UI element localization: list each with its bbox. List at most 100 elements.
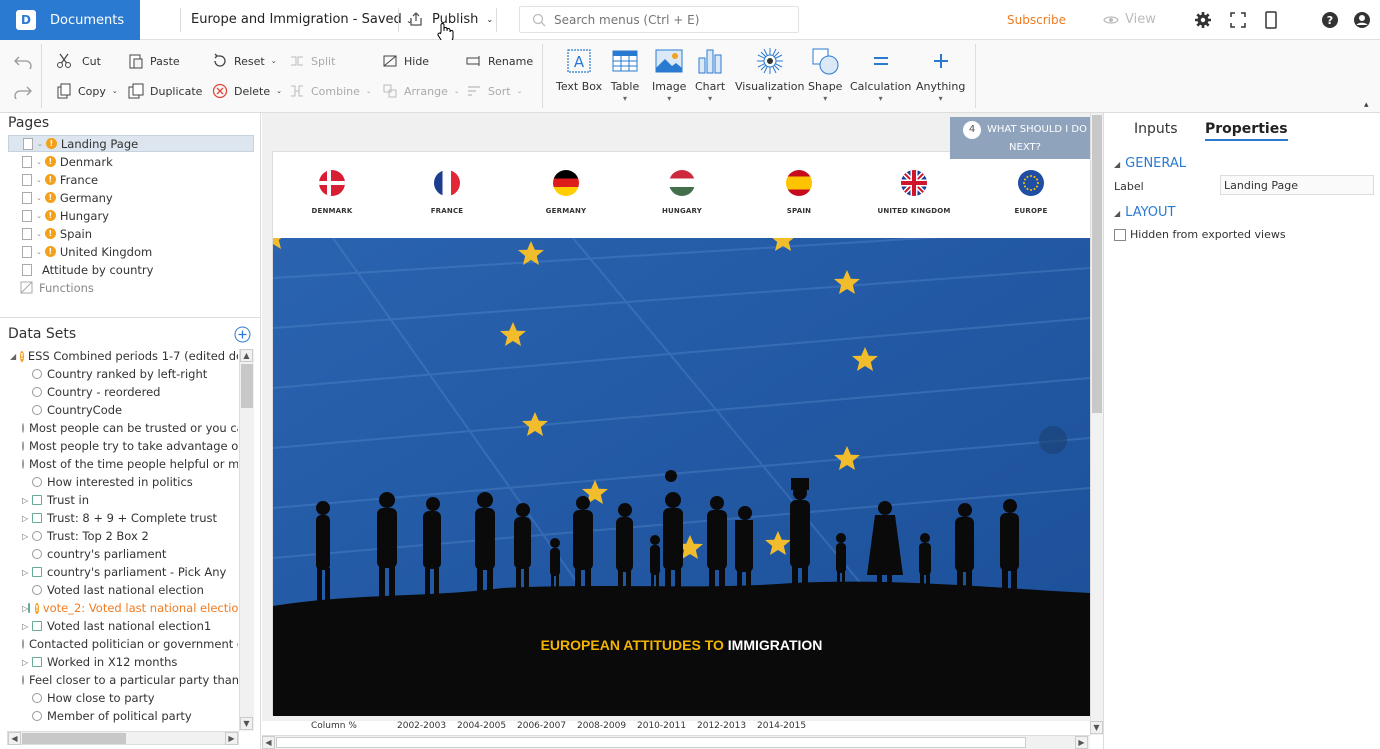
scroll-down-icon[interactable]: ▼ <box>1090 721 1103 734</box>
scroll-right-icon[interactable]: ▶ <box>225 732 238 745</box>
user-account-icon[interactable] <box>1353 11 1371 29</box>
data-set-variable[interactable]: ▷! vote_2: Voted last national election <box>22 599 238 617</box>
scrollbar-thumb[interactable] <box>241 364 253 408</box>
page-canvas[interactable]: DENMARK FRANCE GERMANY HUNGARY SPAIN UNI… <box>262 113 1090 722</box>
expand-icon[interactable]: ▷ <box>22 568 32 577</box>
expand-icon[interactable]: ▷ <box>22 514 32 523</box>
split-button[interactable]: Split <box>289 53 335 69</box>
scroll-left-icon[interactable]: ◀ <box>262 736 275 749</box>
insert-table-button[interactable]: Table ▾ <box>610 46 640 103</box>
rename-button[interactable]: Rename <box>466 53 533 69</box>
hide-button[interactable]: Hide <box>382 53 429 69</box>
layout-section-toggle[interactable]: ◢ LAYOUT <box>1114 205 1176 220</box>
data-set-variable[interactable]: Voted last national election <box>22 581 238 599</box>
general-section-toggle[interactable]: ◢ GENERAL <box>1114 156 1186 171</box>
duplicate-button[interactable]: Duplicate <box>128 83 202 99</box>
data-set-variable[interactable]: ▷ country's parliament - Pick Any <box>22 563 238 581</box>
scrollbar-thumb[interactable] <box>22 733 126 744</box>
collapse-ribbon-icon[interactable]: ▴ <box>1364 100 1369 110</box>
page-item-france[interactable]: ⌄! France <box>8 171 254 188</box>
data-set-variable[interactable]: CountryCode <box>22 401 238 419</box>
data-set-variable[interactable]: How interested in politics <box>22 473 238 491</box>
flag-france[interactable]: FRANCE <box>387 170 507 215</box>
page-item-germany[interactable]: ⌄! Germany <box>8 189 254 206</box>
data-set-variable[interactable]: Contacted politician or government o <box>22 635 238 653</box>
expand-icon[interactable]: ▷ <box>22 622 32 631</box>
data-set-variable[interactable]: ▷ Voted last national election1 <box>22 617 238 635</box>
documents-button[interactable]: D Documents <box>0 0 140 40</box>
undo-icon[interactable] <box>14 55 32 69</box>
scroll-left-icon[interactable]: ◀ <box>8 732 21 745</box>
search-menus[interactable] <box>519 6 799 33</box>
insert-calculation-button[interactable]: Calculation ▾ <box>850 46 911 103</box>
label-input[interactable] <box>1220 175 1374 195</box>
page-item-hungary[interactable]: ⌄! Hungary <box>8 207 254 224</box>
tab-inputs[interactable]: Inputs <box>1134 121 1178 137</box>
hidden-from-exported-views[interactable]: Hidden from exported views <box>1114 228 1286 241</box>
cut-button[interactable]: Cut <box>56 53 101 69</box>
flag-denmark[interactable]: DENMARK <box>272 170 392 215</box>
data-set-variable[interactable]: Country - reordered <box>22 383 238 401</box>
expand-icon[interactable]: ▷ <box>22 532 32 541</box>
data-set-variable[interactable]: Country ranked by left-right <box>22 365 238 383</box>
copy-button[interactable]: Copy ⌄ <box>56 83 118 99</box>
data-set-variable[interactable]: ▷ Trust: 8 + 9 + Complete trust <box>22 509 238 527</box>
data-sets-scrollbar[interactable]: ▲ ▼ <box>239 349 254 731</box>
flag-spain[interactable]: SPAIN <box>739 170 859 215</box>
data-set-variable[interactable]: Most of the time people helpful or mo <box>22 455 238 473</box>
scrollbar-thumb[interactable] <box>276 737 1026 748</box>
combine-button[interactable]: Combine ⌄ <box>289 83 372 99</box>
expand-icon[interactable]: ▷ <box>22 658 32 667</box>
subscribe-link[interactable]: Subscribe <box>1007 13 1066 27</box>
insert-text-box-button[interactable]: A Text Box <box>556 46 602 93</box>
canvas-hscrollbar[interactable]: ◀ ▶ <box>262 735 1090 749</box>
data-set-variable[interactable]: Most people try to take advantage of <box>22 437 238 455</box>
delete-button[interactable]: Delete ⌄ <box>212 83 282 99</box>
flag-europe[interactable]: EUROPE <box>971 170 1090 215</box>
what-should-i-do-next-button[interactable]: 4 WHAT SHOULD I DO NEXT? <box>950 117 1100 159</box>
view-button[interactable]: View <box>1103 12 1156 27</box>
redo-icon[interactable] <box>14 85 32 99</box>
page-item-united-kingdom[interactable]: ⌄! United Kingdom <box>8 243 254 260</box>
data-set-variable[interactable]: country's parliament <box>22 545 238 563</box>
canvas-scrollbar[interactable]: ▼ <box>1090 113 1103 735</box>
help-icon[interactable]: ? <box>1321 11 1339 29</box>
insert-chart-button[interactable]: Chart ▾ <box>695 46 725 103</box>
data-sets-hscrollbar[interactable]: ◀ ▶ <box>7 731 239 745</box>
tab-properties[interactable]: Properties <box>1205 121 1288 141</box>
scroll-right-icon[interactable]: ▶ <box>1075 736 1088 749</box>
data-set-variable[interactable]: Most people can be trusted or you ca <box>22 419 238 437</box>
arrange-button[interactable]: Arrange ⌄ <box>382 83 460 99</box>
scrollbar-thumb[interactable] <box>1092 115 1102 413</box>
insert-visualization-button[interactable]: Visualization ▾ <box>735 46 804 103</box>
page-item-denmark[interactable]: ⌄! Denmark <box>8 153 254 170</box>
page-item-landing-page[interactable]: ⌄! Landing Page <box>8 135 254 152</box>
data-set-variable[interactable]: ▷ Trust in <box>22 491 238 509</box>
data-set-variable[interactable]: ▷ Trust: Top 2 Box 2 <box>22 527 238 545</box>
fullscreen-icon[interactable] <box>1229 11 1247 29</box>
scroll-up-icon[interactable]: ▲ <box>240 349 253 362</box>
reset-button[interactable]: Reset ⌄ <box>212 53 277 69</box>
data-set-variable[interactable]: ▷ Worked in X12 months <box>22 653 238 671</box>
data-set-variable[interactable]: How close to party <box>22 689 238 707</box>
page-item-attitude-by-country[interactable]: Attitude by country <box>8 261 254 278</box>
hidden-checkbox[interactable] <box>1114 228 1126 241</box>
gear-icon[interactable] <box>1194 11 1212 29</box>
insert-anything-button[interactable]: Anything ▾ <box>916 46 965 103</box>
page-item-functions[interactable]: Functions <box>8 279 254 296</box>
flag-hungary[interactable]: HUNGARY <box>622 170 742 215</box>
tablet-icon[interactable] <box>1262 11 1280 29</box>
data-set-variable[interactable]: Member of political party <box>22 707 238 725</box>
scroll-down-icon[interactable]: ▼ <box>240 717 253 730</box>
expand-icon[interactable]: ▷ <box>22 496 32 505</box>
page-item-spain[interactable]: ⌄! Spain <box>8 225 254 242</box>
flag-united-kingdom[interactable]: UNITED KINGDOM <box>854 170 974 215</box>
document-title-menu[interactable]: Europe and Immigration - Saved ⌄ <box>191 12 413 27</box>
sort-button[interactable]: Sort ⌄ <box>466 83 522 99</box>
search-input[interactable] <box>554 12 794 27</box>
paste-button[interactable]: Paste <box>128 53 180 69</box>
add-data-set-icon[interactable] <box>234 326 251 343</box>
landing-page[interactable]: DENMARK FRANCE GERMANY HUNGARY SPAIN UNI… <box>272 151 1090 716</box>
flag-germany[interactable]: GERMANY <box>506 170 626 215</box>
data-set-variable[interactable]: Feel closer to a particular party than a <box>22 671 238 689</box>
